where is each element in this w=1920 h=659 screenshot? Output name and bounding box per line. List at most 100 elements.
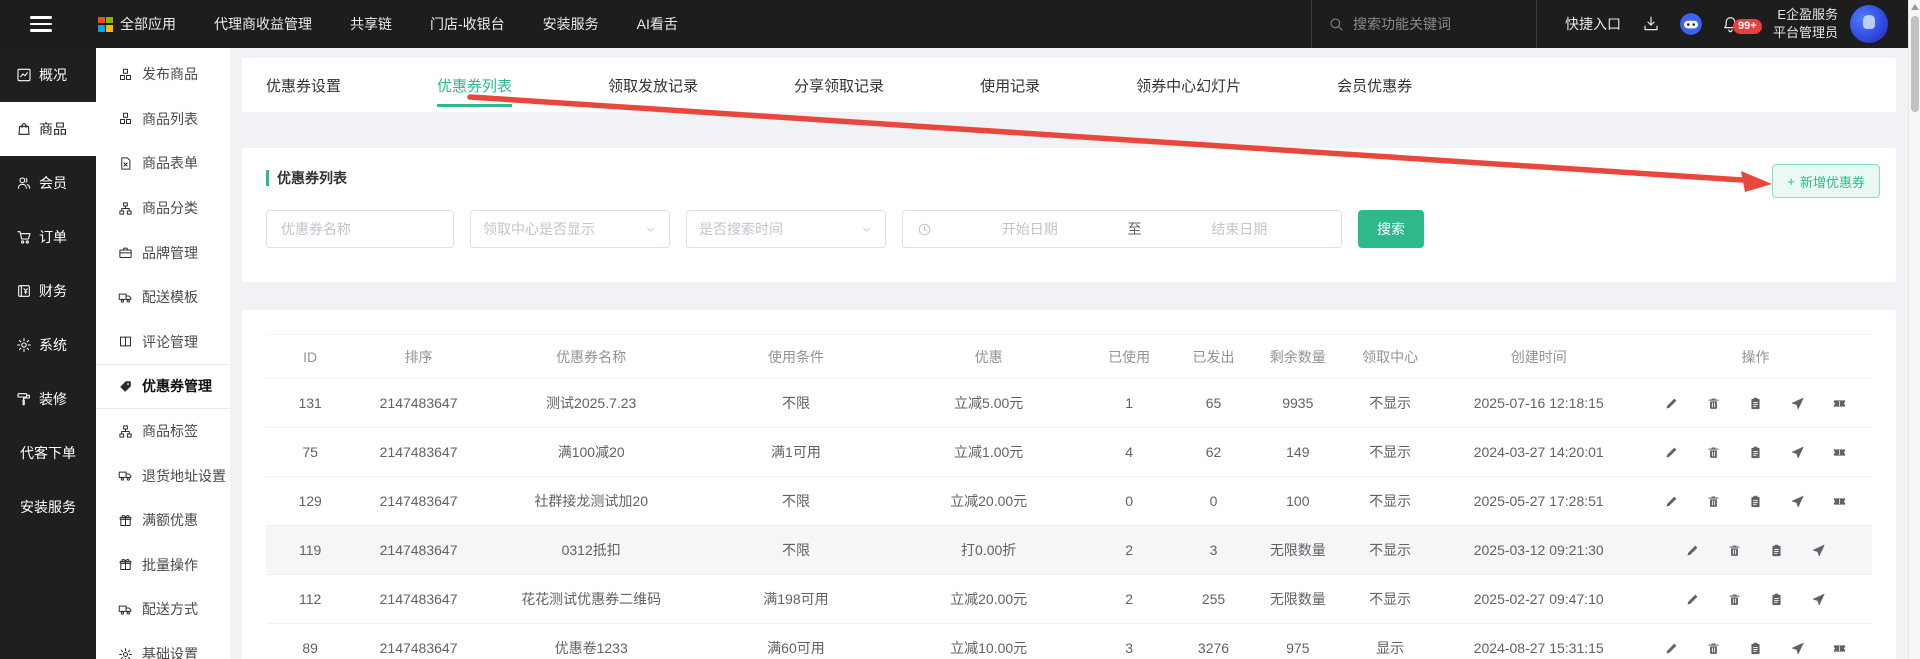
sidebar-item-system[interactable]: 系统 bbox=[0, 318, 96, 372]
finance-wallet-icon bbox=[16, 283, 32, 299]
submenu-item-goods-category[interactable]: 商品分类 bbox=[96, 186, 230, 231]
decorate-roller-icon bbox=[16, 391, 32, 407]
coupon-button[interactable] bbox=[1832, 445, 1847, 460]
topbar-menu-item-ai[interactable]: AI看舌 bbox=[637, 14, 678, 34]
download-button[interactable] bbox=[1631, 15, 1671, 33]
tab-coupon-center-slides[interactable]: 领券中心幻灯片 bbox=[1136, 58, 1241, 112]
topbar-menu-item-all-apps[interactable]: 全部应用 bbox=[98, 14, 176, 34]
topbar-menu-item-share[interactable]: 共享链 bbox=[350, 14, 392, 34]
chevron-down-icon bbox=[860, 223, 873, 236]
start-date-input[interactable]: 开始日期 bbox=[942, 219, 1118, 239]
send-button[interactable] bbox=[1811, 543, 1826, 558]
sidebar-item-overview[interactable]: 概况 bbox=[0, 48, 96, 102]
quick-entry-link[interactable]: 快捷入口 bbox=[1565, 14, 1621, 34]
submenu-item-return-address[interactable]: 退货地址设置 bbox=[96, 453, 230, 498]
hamburger-icon[interactable] bbox=[30, 16, 52, 32]
records-button[interactable] bbox=[1748, 396, 1763, 411]
coupon-button[interactable] bbox=[1832, 494, 1847, 509]
edit-button[interactable] bbox=[1664, 494, 1679, 509]
submenu-item-comments[interactable]: 评论管理 bbox=[96, 320, 230, 365]
coupon-name-input[interactable] bbox=[281, 221, 439, 237]
submenu-item-delivery-template[interactable]: 配送模板 bbox=[96, 275, 230, 320]
send-button[interactable] bbox=[1790, 396, 1805, 411]
sitemap-icon bbox=[118, 201, 133, 216]
edit-button[interactable] bbox=[1664, 641, 1679, 656]
add-coupon-button[interactable]: + 新增优惠券 bbox=[1772, 164, 1880, 198]
records-button[interactable] bbox=[1769, 592, 1784, 607]
records-button[interactable] bbox=[1769, 543, 1784, 558]
sidebar-item-orders[interactable]: 订单 bbox=[0, 210, 96, 264]
table-row: 75 2147483647 满100减20 满1可用 立减1.00元 4 62 … bbox=[266, 428, 1872, 477]
date-range-picker[interactable]: 开始日期 至 结束日期 bbox=[902, 210, 1342, 248]
delete-button[interactable] bbox=[1727, 543, 1742, 558]
gift-icon bbox=[118, 557, 133, 572]
tab-coupon-list[interactable]: 优惠券列表 bbox=[437, 58, 512, 112]
sitemap-icon bbox=[118, 424, 133, 439]
send-icon bbox=[1790, 494, 1805, 509]
member-user-icon bbox=[16, 175, 32, 191]
sidebar-item-proxy-order[interactable]: 代客下单 bbox=[0, 426, 96, 480]
order-cart-icon bbox=[16, 229, 32, 245]
tab-member-coupons[interactable]: 会员优惠券 bbox=[1337, 58, 1412, 112]
sidebar-item-goods[interactable]: 商品 bbox=[0, 102, 96, 156]
send-button[interactable] bbox=[1811, 592, 1826, 607]
table-row: 89 2147483647 优惠卷1233 满60可用 立减10.00元 3 3… bbox=[266, 624, 1872, 659]
edit-button[interactable] bbox=[1664, 396, 1679, 411]
sidebar-item-finance[interactable]: 财务 bbox=[0, 264, 96, 318]
delete-button[interactable] bbox=[1706, 445, 1721, 460]
edit-button[interactable] bbox=[1685, 592, 1700, 607]
submenu-item-delivery-method[interactable]: 配送方式 bbox=[96, 587, 230, 632]
search-button[interactable]: 搜索 bbox=[1358, 210, 1424, 248]
tab-coupon-settings[interactable]: 优惠券设置 bbox=[266, 58, 341, 112]
gift-icon bbox=[118, 513, 133, 528]
ai-assistant-button[interactable] bbox=[1671, 11, 1711, 37]
coupon-button[interactable] bbox=[1832, 396, 1847, 411]
submenu-item-brand[interactable]: 品牌管理 bbox=[96, 230, 230, 275]
delete-icon bbox=[1706, 396, 1721, 411]
end-date-input[interactable]: 结束日期 bbox=[1152, 219, 1328, 239]
records-button[interactable] bbox=[1748, 641, 1763, 656]
center-display-select[interactable]: 领取中心是否显示 bbox=[470, 210, 670, 248]
scrollbar-thumb[interactable] bbox=[1911, 16, 1919, 112]
submenu-item-basic-settings[interactable]: 基础设置 bbox=[96, 632, 230, 659]
send-button[interactable] bbox=[1790, 641, 1805, 656]
delete-button[interactable] bbox=[1706, 641, 1721, 656]
sidebar-item-members[interactable]: 会员 bbox=[0, 156, 96, 210]
avatar[interactable] bbox=[1850, 5, 1888, 43]
clock-icon bbox=[917, 222, 932, 237]
search-input[interactable] bbox=[1353, 16, 1503, 32]
records-button[interactable] bbox=[1748, 494, 1763, 509]
submenu-item-goods-form[interactable]: 商品表单 bbox=[96, 141, 230, 186]
tab-usage-records[interactable]: 使用记录 bbox=[980, 58, 1040, 112]
topbar-menu-item-store-pos[interactable]: 门店-收银台 bbox=[430, 14, 505, 34]
edit-button[interactable] bbox=[1664, 445, 1679, 460]
system-gear-icon bbox=[16, 337, 32, 353]
sidebar-item-install-service[interactable]: 安装服务 bbox=[0, 480, 96, 534]
notifications-button[interactable]: 99+ bbox=[1711, 15, 1751, 34]
scroll-up-icon[interactable] bbox=[1911, 4, 1919, 10]
submenu-item-goods-list[interactable]: 商品列表 bbox=[96, 97, 230, 142]
delete-button[interactable] bbox=[1706, 396, 1721, 411]
submenu-item-publish-goods[interactable]: 发布商品 bbox=[96, 52, 230, 97]
sidebar-item-decorate[interactable]: 装修 bbox=[0, 372, 96, 426]
user-info[interactable]: E企盈服务 平台管理员 bbox=[1773, 6, 1838, 42]
tab-share-claim-records[interactable]: 分享领取记录 bbox=[794, 58, 884, 112]
records-button[interactable] bbox=[1748, 445, 1763, 460]
send-button[interactable] bbox=[1790, 445, 1805, 460]
send-button[interactable] bbox=[1790, 494, 1805, 509]
submenu-item-coupon-management[interactable]: 优惠券管理 bbox=[96, 364, 230, 409]
tab-claim-records[interactable]: 领取发放记录 bbox=[608, 58, 698, 112]
search-time-select[interactable]: 是否搜索时间 bbox=[686, 210, 886, 248]
delete-button[interactable] bbox=[1706, 494, 1721, 509]
coupon-button[interactable] bbox=[1832, 641, 1847, 656]
submenu-item-goods-tags[interactable]: 商品标签 bbox=[96, 409, 230, 454]
submenu-item-full-discount[interactable]: 满额优惠 bbox=[96, 498, 230, 543]
topbar-menu-item-agent[interactable]: 代理商收益管理 bbox=[214, 14, 312, 34]
submenu-item-batch-ops[interactable]: 批量操作 bbox=[96, 543, 230, 588]
topbar-menu-item-install[interactable]: 安装服务 bbox=[543, 14, 599, 34]
delete-button[interactable] bbox=[1727, 592, 1742, 607]
panel-title: 优惠券列表 bbox=[266, 168, 1872, 188]
edit-button[interactable] bbox=[1685, 543, 1700, 558]
records-icon bbox=[1769, 592, 1784, 607]
page-scrollbar[interactable] bbox=[1908, 0, 1920, 659]
